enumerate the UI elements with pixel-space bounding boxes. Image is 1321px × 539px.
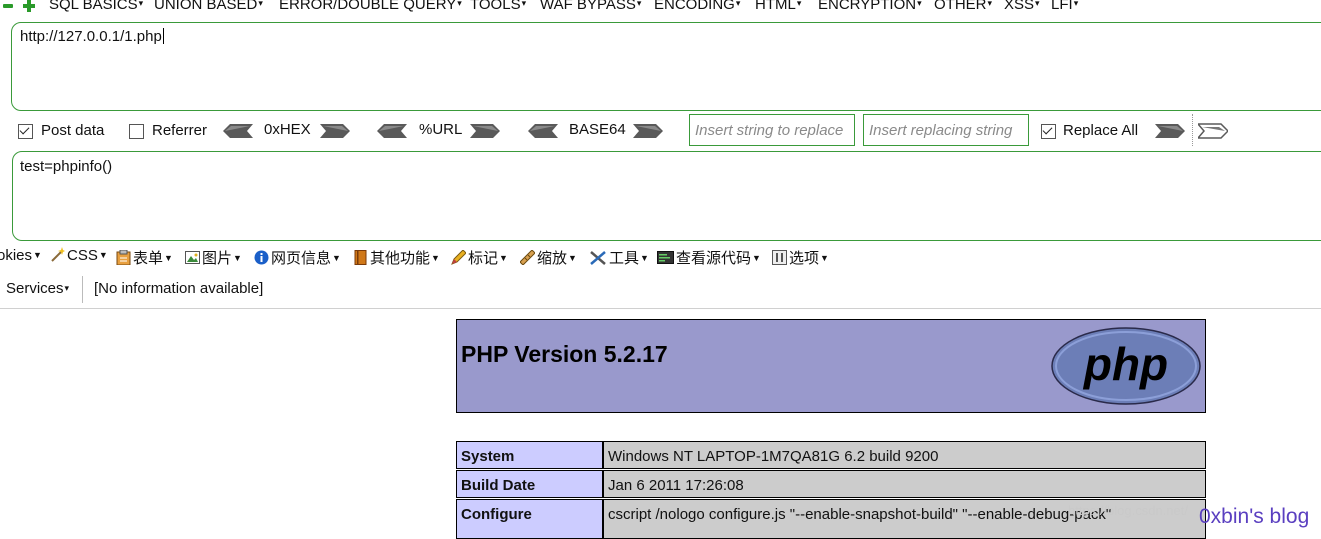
ruler-icon <box>520 250 535 265</box>
menu-lfi[interactable]: LFI▾ <box>1051 0 1078 13</box>
menu-encryption[interactable]: ENCRYPTION▾ <box>818 0 922 13</box>
base64-label: BASE64 <box>569 121 626 138</box>
menu-other[interactable]: OTHER▾ <box>934 0 992 13</box>
menu-tools[interactable]: TOOLS▾ <box>470 0 526 13</box>
php-version-title: PHP Version 5.2.17 <box>461 341 668 367</box>
form-icon <box>116 250 131 265</box>
post-data-textarea[interactable]: test=phpinfo() <box>12 151 1321 241</box>
svg-text:php: php <box>1082 338 1168 390</box>
url-encode-arrow-icon[interactable] <box>470 123 500 139</box>
url-text: http://127.0.0.1/1.php <box>20 28 162 45</box>
row-key: Build Date <box>456 470 603 498</box>
execute-arrow-icon[interactable] <box>1198 123 1228 139</box>
pencil-icon <box>451 250 466 265</box>
menu-sql-basics[interactable]: SQL BASICS▾ <box>49 0 143 13</box>
minus-icon[interactable] <box>3 2 13 10</box>
row-value: Windows NT LAPTOP-1M7QA81G 6.2 build 920… <box>603 441 1206 469</box>
info-status-text: [No information available] <box>94 280 264 297</box>
toolbar-options[interactable]: 选项▼ <box>772 247 829 268</box>
csdn-watermark: https://blog.csdn.net/ <box>1068 503 1188 518</box>
replace-arrow-icon[interactable] <box>1155 123 1185 139</box>
menu-html[interactable]: HTML▾ <box>755 0 801 13</box>
php-info-header: PHP Version 5.2.17 php <box>456 319 1206 413</box>
row-key: Configure <box>456 499 603 539</box>
toolbar-view-source[interactable]: 查看源代码▼ <box>657 247 761 268</box>
menu-union-based[interactable]: UNION BASED▾ <box>154 0 263 13</box>
replace-all-checkbox[interactable] <box>1041 124 1056 139</box>
toolbar-resize[interactable]: 缩放▼ <box>520 247 577 268</box>
text-caret <box>162 28 164 44</box>
table-row: System Windows NT LAPTOP-1M7QA81G 6.2 bu… <box>456 441 1206 470</box>
url-textarea[interactable]: http://127.0.0.1/1.php <box>11 22 1321 111</box>
toolbar-tools[interactable]: 工具▼ <box>589 247 649 268</box>
toolbar-css[interactable]: CSS▼ <box>50 247 108 264</box>
toolbar-forms[interactable]: 表单▼ <box>116 247 173 268</box>
tools-icon <box>590 251 606 265</box>
hex-encode-arrow-icon[interactable] <box>320 123 350 139</box>
css-wand-icon <box>51 247 65 262</box>
base64-decode-arrow-icon[interactable] <box>528 123 558 139</box>
source-icon <box>657 251 674 264</box>
options-icon <box>772 250 787 265</box>
menu-encoding[interactable]: ENCODING▾ <box>654 0 740 13</box>
row-value: Jan 6 2011 17:26:08 <box>603 470 1206 498</box>
book-icon <box>354 250 367 265</box>
hex-label: 0xHEX <box>264 121 311 138</box>
menu-error-double-query[interactable]: ERROR/DOUBLE QUERY▾ <box>279 0 462 13</box>
toolbar-images[interactable]: 图片▼ <box>185 247 242 268</box>
blog-watermark: 0xbin's blog <box>1199 505 1310 528</box>
separator <box>1192 114 1193 146</box>
services-menu[interactable]: Services▾ <box>6 280 69 297</box>
toolbar-outline[interactable]: 标记▼ <box>451 247 508 268</box>
menu-xss[interactable]: XSS▾ <box>1004 0 1040 13</box>
toolbar-page-info[interactable]: 网页信息▼ <box>254 247 341 268</box>
url-decode-arrow-icon[interactable] <box>377 123 407 139</box>
row-key: System <box>456 441 603 469</box>
referrer-checkbox[interactable] <box>129 124 144 139</box>
image-icon <box>185 251 200 264</box>
url-encode-label: %URL <box>419 121 463 138</box>
info-icon <box>254 250 269 265</box>
toolbar-misc[interactable]: 其他功能▼ <box>353 247 440 268</box>
php-logo: php <box>1051 327 1201 405</box>
post-data-checkbox[interactable] <box>18 124 33 139</box>
post-data-label[interactable]: Post data <box>41 122 104 139</box>
toolbar-cookies[interactable]: okies▼ <box>0 247 42 264</box>
base64-encode-arrow-icon[interactable] <box>633 123 663 139</box>
hex-decode-arrow-icon[interactable] <box>223 123 253 139</box>
replace-with-input[interactable]: Insert replacing string <box>863 114 1029 146</box>
menu-waf-bypass[interactable]: WAF BYPASS▾ <box>540 0 641 13</box>
separator <box>82 276 83 303</box>
post-data-text: test=phpinfo() <box>20 158 113 175</box>
plus-icon[interactable] <box>23 0 35 12</box>
replace-find-input[interactable]: Insert string to replace <box>689 114 855 146</box>
divider <box>0 308 1321 309</box>
table-row: Build Date Jan 6 2011 17:26:08 <box>456 470 1206 499</box>
hackbar-menu: SQL BASICS▾ UNION BASED▾ ERROR/DOUBLE QU… <box>0 0 1321 16</box>
replace-all-label[interactable]: Replace All <box>1063 122 1138 139</box>
referrer-label[interactable]: Referrer <box>152 122 207 139</box>
